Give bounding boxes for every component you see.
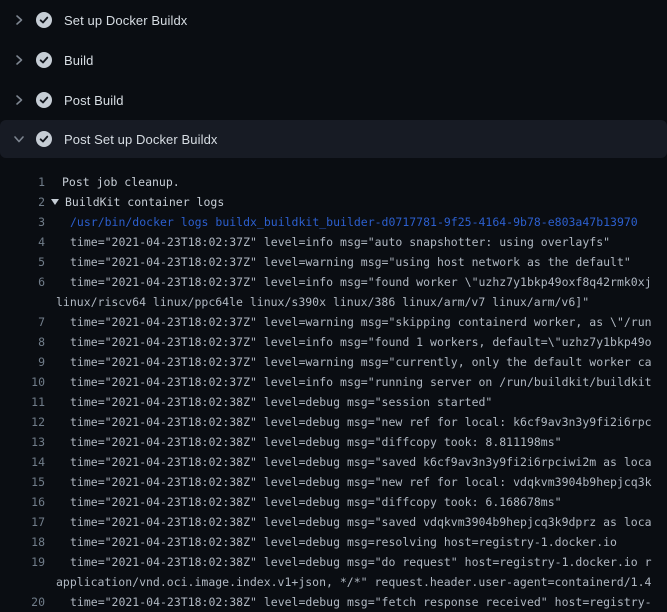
log-line-number[interactable]: 7 [0,312,45,332]
log-line: 10 time="2021-04-23T18:02:37Z" level=inf… [0,372,667,392]
log-line: 5 time="2021-04-23T18:02:37Z" level=warn… [0,252,667,272]
log-line: 20 time="2021-04-23T18:02:38Z" level=deb… [0,592,667,612]
log-line-text: time="2021-04-23T18:02:38Z" level=debug … [45,512,652,532]
log-line: 11 time="2021-04-23T18:02:38Z" level=deb… [0,392,667,412]
log-line-text: time="2021-04-23T18:02:38Z" level=debug … [45,452,652,472]
log-line-number[interactable]: 5 [0,252,45,272]
chevron-icon [13,14,25,26]
log-line-number[interactable]: 12 [0,412,45,432]
log-line-number[interactable]: 3 [0,212,45,232]
chevron-icon [13,54,25,66]
log-line-number[interactable]: 10 [0,372,45,392]
log-line-text: time="2021-04-23T18:02:37Z" level=warnin… [45,352,652,372]
check-circle-icon [36,131,52,147]
log-line: 7 time="2021-04-23T18:02:37Z" level=warn… [0,312,667,332]
log-line-number[interactable]: 8 [0,332,45,352]
log-line-text: time="2021-04-23T18:02:37Z" level=info m… [45,372,652,392]
log-line-text: BuildKit container logs [65,192,224,212]
log-line-number[interactable]: 17 [0,512,45,532]
log-line-text: time="2021-04-23T18:02:37Z" level=info m… [45,332,652,352]
log-line-number[interactable]: 16 [0,492,45,512]
log-line-number[interactable] [0,292,45,312]
log-line-text: time="2021-04-23T18:02:37Z" level=warnin… [45,252,631,272]
log-line: 17 time="2021-04-23T18:02:38Z" level=deb… [0,512,667,532]
chevron-icon [13,94,25,106]
log-line-text: time="2021-04-23T18:02:38Z" level=debug … [45,432,562,452]
log-line-text: time="2021-04-23T18:02:37Z" level=warnin… [45,312,652,332]
step-label: Post Build [64,93,124,108]
log-line-text: application/vnd.oci.image.index.v1+json,… [45,572,651,592]
log-line-number[interactable]: 6 [0,272,45,292]
log-line-text: /usr/bin/docker logs buildx_buildkit_bui… [45,212,638,232]
group-collapse-icon[interactable] [45,192,65,212]
log-line-text: Post job cleanup. [45,172,180,192]
log-line: 15 time="2021-04-23T18:02:38Z" level=deb… [0,472,667,492]
check-circle-icon [36,52,52,68]
log-line: 16 time="2021-04-23T18:02:38Z" level=deb… [0,492,667,512]
log-line-text: time="2021-04-23T18:02:37Z" level=info m… [45,232,610,252]
step-row-build[interactable]: Build [0,40,667,80]
log-line: 14 time="2021-04-23T18:02:38Z" level=deb… [0,452,667,472]
log-line-number[interactable]: 11 [0,392,45,412]
log-line-text: time="2021-04-23T18:02:38Z" level=debug … [45,392,492,412]
log-line-text: time="2021-04-23T18:02:38Z" level=debug … [45,592,652,612]
log-line-number[interactable]: 15 [0,472,45,492]
log-line-number[interactable]: 20 [0,592,45,612]
step-label: Set up Docker Buildx [64,13,187,28]
log-line-text: time="2021-04-23T18:02:38Z" level=debug … [45,412,652,432]
check-circle-icon [36,12,52,28]
log-line-number[interactable]: 2 [0,192,45,212]
chevron-icon [13,133,25,145]
log-line: 2 BuildKit container logs [0,192,667,212]
log-line-text: linux/riscv64 linux/ppc64le linux/s390x … [45,292,589,312]
log-line-number[interactable]: 1 [0,172,45,192]
log-line: 3 /usr/bin/docker logs buildx_buildkit_b… [0,212,667,232]
log-output: 1 Post job cleanup. 2 BuildKit container… [0,172,667,612]
log-line: 19 time="2021-04-23T18:02:38Z" level=deb… [0,552,667,572]
log-line: linux/riscv64 linux/ppc64le linux/s390x … [0,292,667,312]
log-line-text: time="2021-04-23T18:02:38Z" level=debug … [45,492,562,512]
log-line: 9 time="2021-04-23T18:02:37Z" level=warn… [0,352,667,372]
log-line-number[interactable]: 9 [0,352,45,372]
job-log-viewer: Set up Docker Buildx Build Post Build [0,0,667,612]
step-row-set-up-docker-buildx[interactable]: Set up Docker Buildx [0,0,667,40]
log-line: application/vnd.oci.image.index.v1+json,… [0,572,667,592]
step-label: Build [64,53,93,68]
log-line-number[interactable]: 14 [0,452,45,472]
step-label: Post Set up Docker Buildx [64,132,218,147]
log-line: 18 time="2021-04-23T18:02:38Z" level=deb… [0,532,667,552]
step-row-post-set-up-docker-buildx[interactable]: Post Set up Docker Buildx [0,120,667,158]
log-line-text: time="2021-04-23T18:02:38Z" level=debug … [45,472,652,492]
log-line: 6 time="2021-04-23T18:02:37Z" level=info… [0,272,667,292]
log-line: 8 time="2021-04-23T18:02:37Z" level=info… [0,332,667,352]
log-line: 4 time="2021-04-23T18:02:37Z" level=info… [0,232,667,252]
check-circle-icon [36,92,52,108]
log-line-text: time="2021-04-23T18:02:38Z" level=debug … [45,532,617,552]
log-line-text: time="2021-04-23T18:02:37Z" level=info m… [45,272,652,292]
log-line: 13 time="2021-04-23T18:02:38Z" level=deb… [0,432,667,452]
log-line-number[interactable]: 4 [0,232,45,252]
log-line-text: time="2021-04-23T18:02:38Z" level=debug … [45,552,652,572]
steps-list: Set up Docker Buildx Build Post Build [0,0,667,158]
log-line-number[interactable]: 18 [0,532,45,552]
log-line: 12 time="2021-04-23T18:02:38Z" level=deb… [0,412,667,432]
step-row-post-build[interactable]: Post Build [0,80,667,120]
log-line-number[interactable]: 13 [0,432,45,452]
log-line-number[interactable]: 19 [0,552,45,572]
log-line: 1 Post job cleanup. [0,172,667,192]
log-line-number[interactable] [0,572,45,592]
